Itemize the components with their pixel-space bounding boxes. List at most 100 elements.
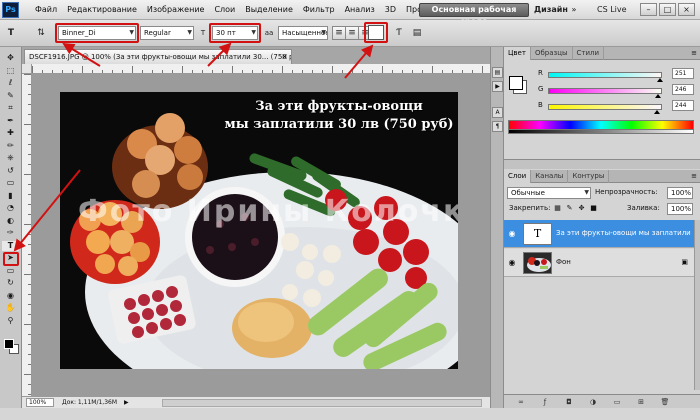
align-center-icon[interactable]: ≡ bbox=[345, 26, 359, 40]
eye-icon[interactable]: ◉ bbox=[507, 258, 517, 268]
lock-pixels-icon[interactable]: ✎ bbox=[565, 204, 574, 213]
layer-mask-icon[interactable]: ◘ bbox=[564, 397, 574, 407]
font-style-select[interactable]: Regular ▼ bbox=[140, 26, 194, 40]
blue-value-field[interactable]: 244 bbox=[672, 100, 694, 111]
status-menu-icon[interactable]: ▶ bbox=[124, 397, 129, 408]
menu-select[interactable]: Выделение bbox=[240, 0, 298, 20]
crop-tool-icon[interactable]: ⌗ bbox=[2, 103, 19, 113]
layer-row-text[interactable]: ◉ T За эти фрукты-овощи мы заплатили 30 … bbox=[504, 220, 694, 248]
zoom-field[interactable]: 100% bbox=[26, 398, 54, 407]
panel-menu-icon[interactable]: ≡ bbox=[691, 170, 697, 183]
character-panel-icon[interactable]: ▤ bbox=[410, 26, 424, 40]
dodge-tool-icon[interactable]: ◐ bbox=[2, 216, 19, 226]
layer-style-icon[interactable]: ƒ bbox=[540, 397, 550, 407]
actions-panel-icon[interactable]: ▶ bbox=[492, 81, 503, 92]
link-layers-icon[interactable]: ∞ bbox=[516, 397, 526, 407]
healing-brush-icon[interactable]: ✚ bbox=[2, 128, 19, 138]
maximize-icon[interactable]: □ bbox=[659, 3, 676, 16]
photo-canvas[interactable]: За эти фрукты-овощи мы заплатили 30 лв (… bbox=[60, 92, 458, 369]
character-panel-icon[interactable]: A bbox=[492, 107, 503, 118]
foreground-color-preview[interactable] bbox=[509, 76, 523, 90]
panel-divider[interactable] bbox=[504, 159, 700, 169]
cs-live-button[interactable]: CS Live bbox=[597, 3, 627, 17]
red-slider-thumb[interactable] bbox=[657, 78, 664, 82]
paragraph-panel-icon[interactable]: ¶ bbox=[492, 121, 503, 132]
menu-file[interactable]: Файл bbox=[30, 0, 62, 20]
font-family-select[interactable]: Binner_Di ▼ bbox=[58, 26, 136, 40]
align-left-icon[interactable]: ≡ bbox=[332, 26, 346, 40]
eraser-tool-icon[interactable]: ▭ bbox=[2, 178, 19, 188]
path-select-icon[interactable]: ➤ bbox=[2, 253, 19, 263]
foreground-color-swatch[interactable] bbox=[4, 339, 14, 349]
tab-channels[interactable]: Каналы bbox=[531, 170, 569, 183]
hand-tool-icon[interactable]: ✋ bbox=[2, 303, 19, 313]
ruler-origin[interactable] bbox=[22, 64, 32, 74]
text-color-swatch[interactable] bbox=[368, 25, 384, 40]
eye-icon[interactable]: ◉ bbox=[507, 229, 517, 239]
menu-image[interactable]: Изображение bbox=[142, 0, 210, 20]
green-slider[interactable] bbox=[548, 88, 662, 94]
3d-camera-icon[interactable]: ◉ bbox=[2, 291, 19, 301]
red-slider[interactable] bbox=[548, 72, 662, 78]
minimize-icon[interactable]: – bbox=[640, 3, 657, 16]
layers-scrollbar[interactable] bbox=[694, 220, 700, 390]
document-tab[interactable]: DSCF1916.JPG @ 100% (За эти фрукты-овощи… bbox=[24, 49, 292, 64]
tab-layers[interactable]: Слои bbox=[504, 170, 532, 183]
type-tool-preset-icon[interactable]: T bbox=[4, 26, 18, 40]
blend-mode-select[interactable]: Обычные ▼ bbox=[507, 187, 591, 199]
menu-edit[interactable]: Редактирование bbox=[62, 0, 142, 20]
close-icon[interactable]: × bbox=[281, 50, 288, 64]
menu-layers[interactable]: Слои bbox=[209, 0, 240, 20]
3d-rotate-icon[interactable]: ↻ bbox=[2, 278, 19, 288]
fill-field[interactable]: 100% bbox=[667, 203, 693, 215]
color-spectrum-bar[interactable] bbox=[508, 120, 694, 130]
history-brush-icon[interactable]: ↺ bbox=[2, 166, 19, 176]
menu-analysis[interactable]: Анализ bbox=[340, 0, 380, 20]
move-tool-icon[interactable]: ✥ bbox=[2, 53, 19, 63]
gradient-tool-icon[interactable]: ▮ bbox=[2, 191, 19, 201]
marquee-tool-icon[interactable]: ⬚ bbox=[2, 66, 19, 76]
new-layer-icon[interactable]: ⊞ bbox=[636, 397, 646, 407]
warp-text-icon[interactable]: Ƭ bbox=[392, 26, 406, 40]
lock-position-icon[interactable]: ✥ bbox=[577, 204, 586, 213]
clone-stamp-icon[interactable]: ⎈ bbox=[2, 153, 19, 163]
workspace-design-button[interactable]: Дизайн bbox=[534, 3, 568, 17]
green-slider-thumb[interactable] bbox=[654, 94, 661, 98]
history-panel-icon[interactable]: ▤ bbox=[492, 67, 503, 78]
lock-transparency-icon[interactable]: ▦ bbox=[553, 204, 562, 213]
new-group-icon[interactable]: ▭ bbox=[612, 397, 622, 407]
blue-slider[interactable] bbox=[548, 104, 662, 110]
lock-all-icon[interactable]: ■ bbox=[589, 204, 598, 213]
layer-row-background[interactable]: ◉ Фон ▣ bbox=[504, 249, 694, 277]
delete-layer-icon[interactable]: 🗑 bbox=[660, 397, 670, 407]
lasso-tool-icon[interactable]: ℓ bbox=[2, 78, 19, 88]
opacity-field[interactable]: 100% bbox=[667, 187, 693, 199]
blue-slider-thumb[interactable] bbox=[654, 110, 661, 114]
quick-select-tool-icon[interactable]: ✎ bbox=[2, 91, 19, 101]
brush-tool-icon[interactable]: ✏ bbox=[2, 141, 19, 151]
ruler-horizontal[interactable] bbox=[32, 64, 490, 74]
blur-tool-icon[interactable]: ◔ bbox=[2, 203, 19, 213]
ruler-vertical[interactable] bbox=[22, 74, 32, 396]
adjustment-layer-icon[interactable]: ◑ bbox=[588, 397, 598, 407]
antialias-select[interactable]: Насыщенное ▼ bbox=[278, 26, 328, 40]
rectangle-tool-icon[interactable]: ▭ bbox=[2, 266, 19, 276]
zoom-tool-icon[interactable]: ⚲ bbox=[2, 316, 19, 326]
pen-tool-icon[interactable]: ✑ bbox=[2, 228, 19, 238]
workspace-essentials-button[interactable]: Основная рабочая среда bbox=[419, 3, 529, 26]
eyedropper-tool-icon[interactable]: ✒ bbox=[2, 116, 19, 126]
ruler-tick bbox=[28, 304, 31, 305]
grayscale-ramp[interactable] bbox=[508, 130, 694, 134]
text-orientation-icon[interactable]: ⇅ bbox=[34, 26, 48, 40]
menu-filter[interactable]: Фильтр bbox=[298, 0, 340, 20]
type-tool-icon[interactable]: T bbox=[2, 240, 19, 251]
tab-paths[interactable]: Контуры bbox=[568, 170, 610, 183]
horizontal-scrollbar[interactable] bbox=[162, 399, 482, 407]
close-icon[interactable]: × bbox=[678, 3, 695, 16]
canvas-area[interactable]: За эти фрукты-овощи мы заплатили 30 лв (… bbox=[32, 74, 490, 396]
red-value-field[interactable]: 251 bbox=[672, 68, 694, 79]
green-value-field[interactable]: 246 bbox=[672, 84, 694, 95]
menu-3d[interactable]: 3D bbox=[380, 0, 401, 20]
workspace-more-icon[interactable]: » bbox=[568, 3, 580, 17]
font-size-select[interactable]: 30 пт ▼ bbox=[212, 26, 258, 40]
